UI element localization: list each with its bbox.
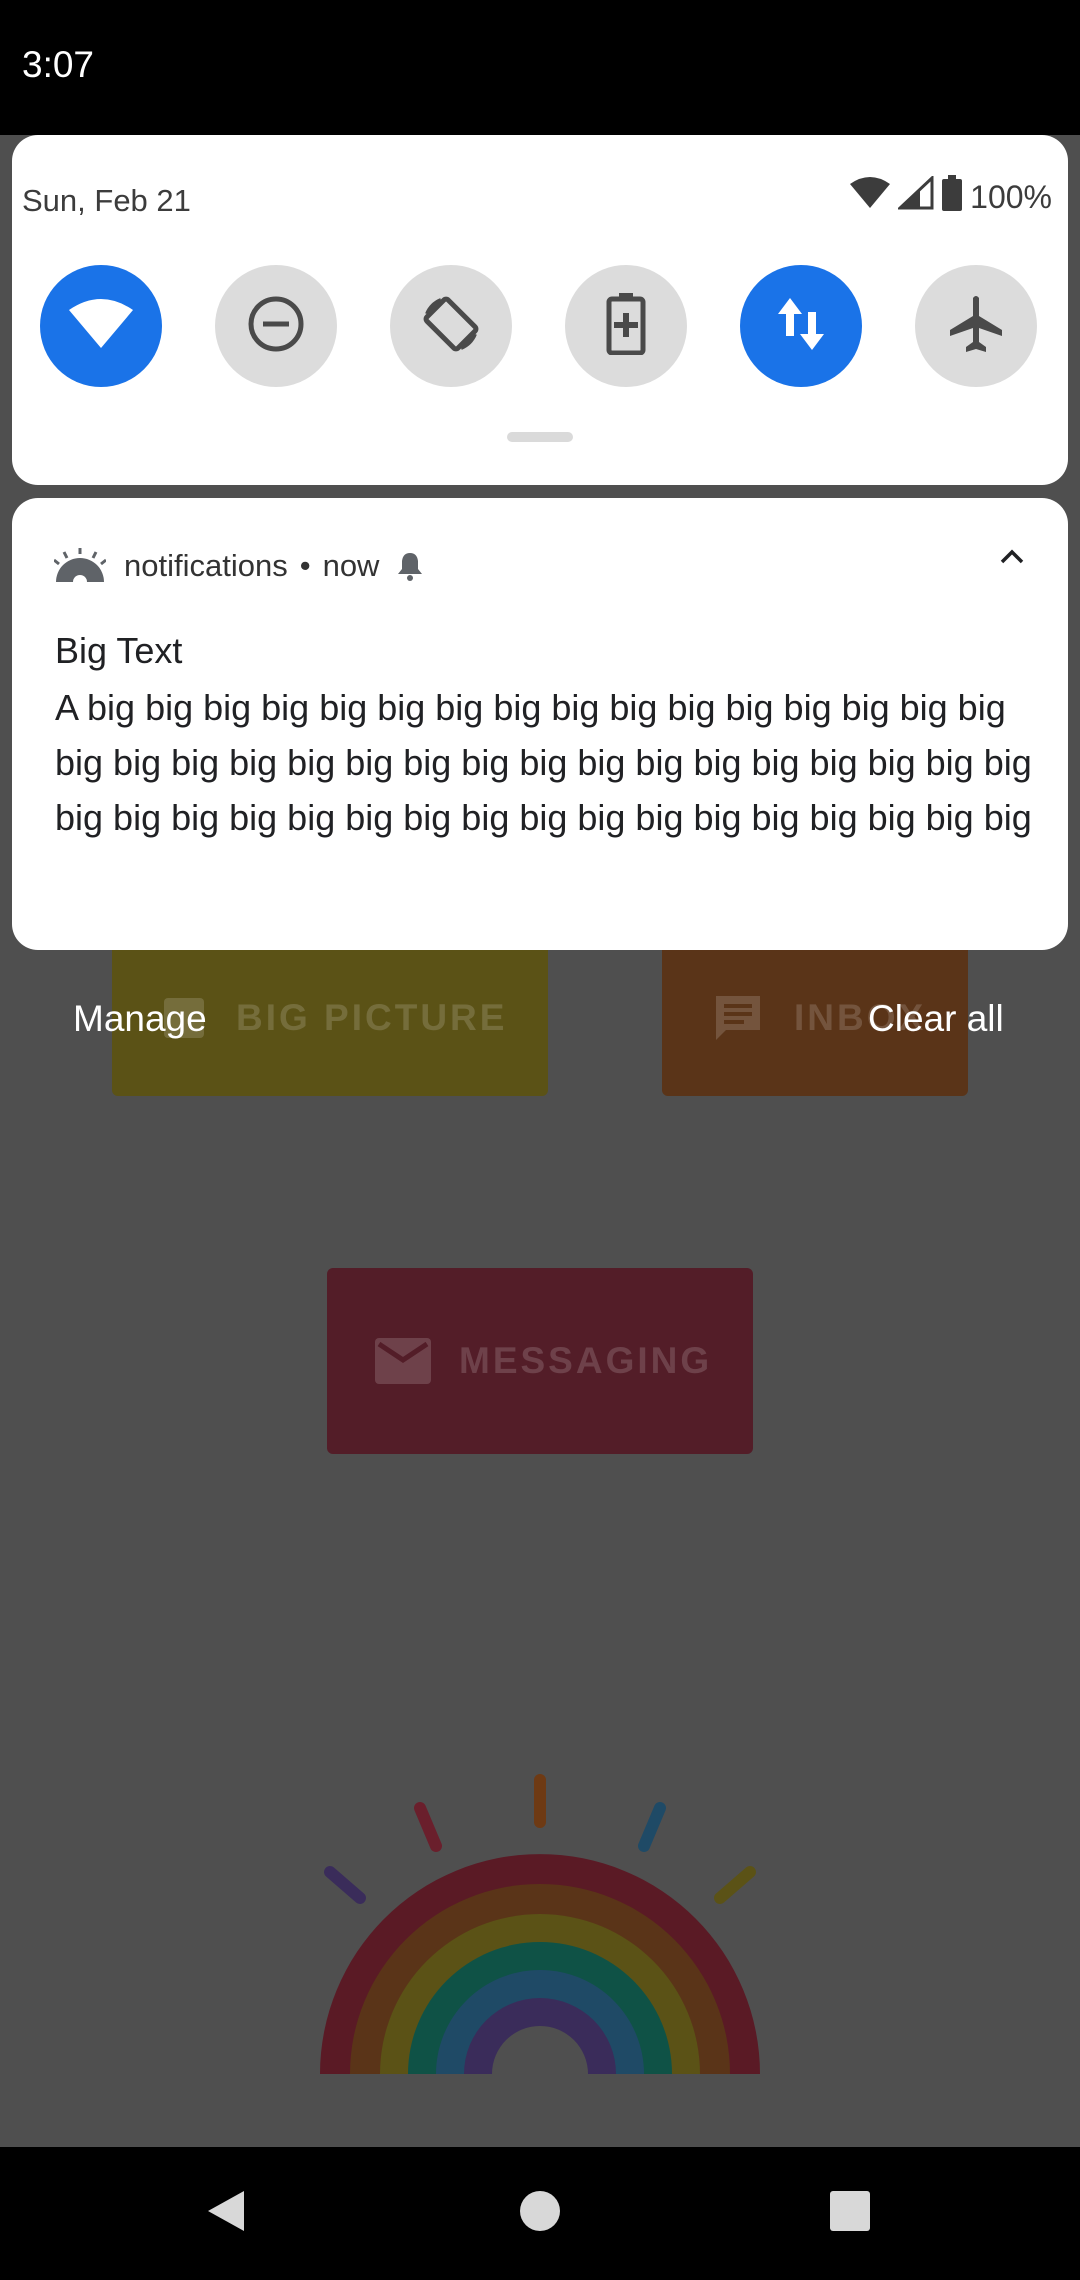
navigation-bar — [0, 2147, 1080, 2280]
system-status-icons: 100% — [850, 174, 1052, 219]
status-time: 3:07 — [22, 44, 95, 85]
collapse-chevron-icon[interactable] — [1000, 548, 1024, 564]
notification-body: A big big big big big big big big big bi… — [55, 687, 1032, 838]
recents-icon — [829, 2190, 871, 2237]
mobile-data-tile[interactable] — [740, 265, 862, 387]
recents-button[interactable] — [790, 2147, 910, 2280]
app-icon — [54, 548, 106, 584]
back-button[interactable] — [166, 2147, 286, 2280]
status-bar: 3:07 — [0, 0, 1080, 135]
notification-card[interactable]: notifications • now Big Text A big big b… — [12, 498, 1068, 950]
mobile-data-icon — [776, 296, 826, 357]
messaging-button: MESSAGING — [327, 1268, 753, 1454]
quick-settings-tiles — [40, 265, 1050, 387]
home-button[interactable] — [480, 2147, 600, 2280]
manage-button[interactable]: Manage — [73, 998, 207, 1040]
app-name: notifications — [124, 548, 288, 583]
do-not-disturb-tile[interactable] — [215, 265, 337, 387]
notification-header: notifications • now — [54, 546, 423, 586]
battery-saver-tile[interactable] — [565, 265, 687, 387]
clear-all-button[interactable]: Clear all — [868, 998, 1004, 1040]
battery-percent: 100% — [970, 178, 1052, 215]
home-icon — [519, 2190, 561, 2237]
airplane-mode-icon — [946, 294, 1006, 359]
quick-settings-panel: Sun, Feb 21 100% — [12, 135, 1068, 485]
back-icon — [206, 2189, 246, 2238]
do-not-disturb-icon — [247, 295, 305, 358]
notification-time: now — [322, 548, 380, 583]
alerting-bell-icon — [397, 551, 423, 581]
rainbow-illustration — [300, 1760, 780, 2085]
battery-saver-icon — [606, 292, 646, 360]
cell-signal-icon — [896, 174, 934, 218]
auto-rotate-tile[interactable] — [390, 265, 512, 387]
date-label[interactable]: Sun, Feb 21 — [22, 183, 191, 219]
mail-icon — [375, 1338, 431, 1384]
wifi-tile[interactable] — [40, 265, 162, 387]
battery-icon — [942, 175, 963, 219]
notification-title: Big Text — [55, 630, 183, 671]
big-picture-label: BIG PICTURE — [236, 997, 508, 1038]
airplane-mode-tile[interactable] — [915, 265, 1037, 387]
expand-handle[interactable] — [507, 432, 573, 442]
messaging-label: MESSAGING — [459, 1340, 713, 1381]
wifi-icon — [69, 298, 133, 355]
message-icon — [710, 990, 766, 1046]
header-separator: • — [299, 548, 311, 583]
auto-rotate-icon — [421, 294, 481, 359]
wifi-signal-icon — [850, 176, 891, 218]
